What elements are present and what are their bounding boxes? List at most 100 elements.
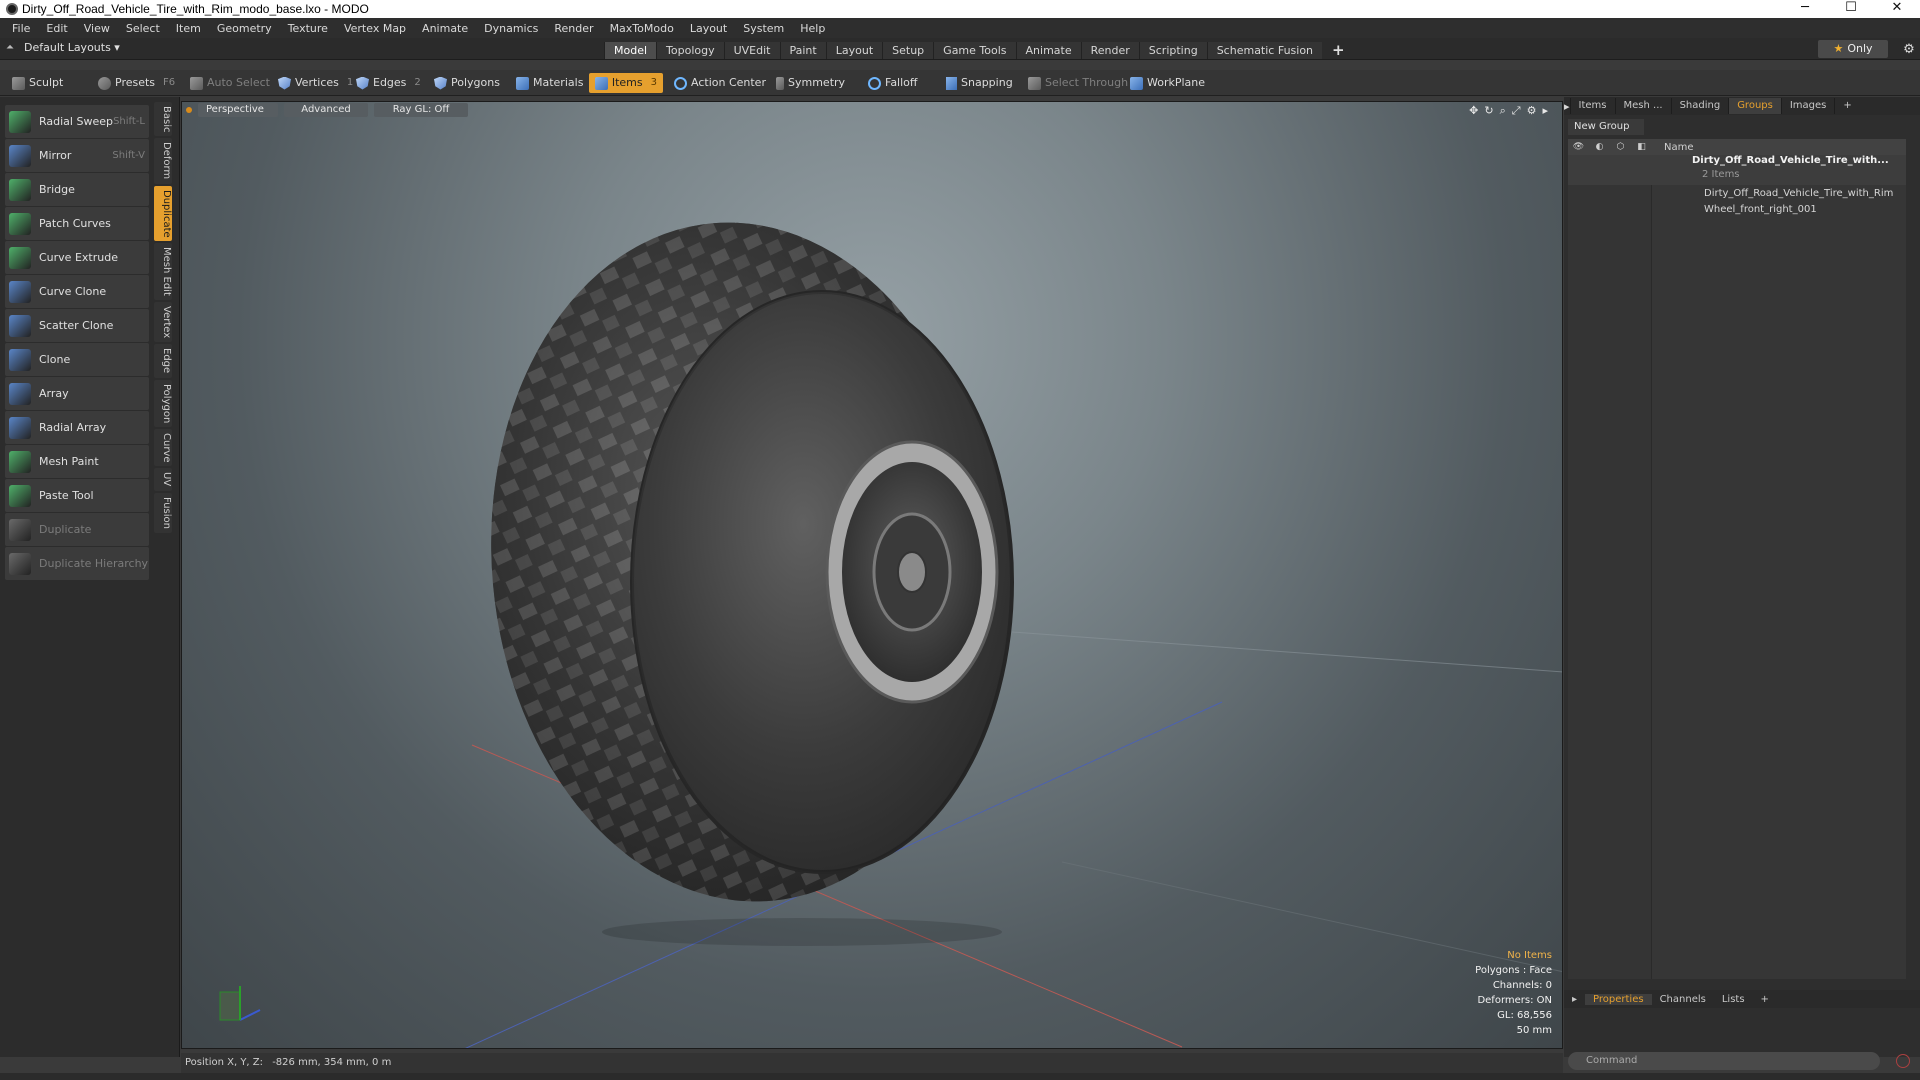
layout-dropdown[interactable]: Default Layouts ▾ <box>24 41 120 54</box>
lock-column-icon[interactable]: ⬡ <box>1610 142 1631 152</box>
add-panel-tab-icon[interactable]: + <box>1834 98 1859 114</box>
tool-array[interactable]: Array <box>5 377 149 410</box>
tool-scatter-clone[interactable]: Scatter Clone <box>5 309 149 342</box>
tool-duplicate[interactable]: Duplicate <box>5 513 149 546</box>
properties-tab-channels[interactable]: Channels <box>1652 994 1714 1005</box>
menu-maxtomodo[interactable]: MaxToModo <box>602 22 682 35</box>
edges-button[interactable]: Edges 2 <box>350 73 427 93</box>
layout-tab-scripting[interactable]: Scripting <box>1138 41 1207 59</box>
group-child-row[interactable]: Wheel_front_right_001 <box>1568 201 1906 217</box>
layout-tab-topology[interactable]: Topology <box>656 41 724 59</box>
menu-system[interactable]: System <box>735 22 792 35</box>
properties-tab-properties[interactable]: Properties <box>1585 993 1652 1005</box>
advanced-dropdown[interactable]: Advanced <box>284 103 368 117</box>
items-button[interactable]: Items 3 <box>589 73 663 93</box>
tool-tab-edge[interactable]: Edge <box>154 344 172 378</box>
close-button[interactable]: ✕ <box>1874 0 1920 18</box>
tool-tab-mesh-edit[interactable]: Mesh Edit <box>154 243 172 301</box>
visibility-column-icon[interactable]: 👁 <box>1568 142 1589 152</box>
tool-tab-uv[interactable]: UV <box>154 468 172 491</box>
tool-paste-tool[interactable]: Paste Tool <box>5 479 149 512</box>
viewport-settings-icon[interactable]: ⚙ <box>1527 104 1537 118</box>
tool-tab-duplicate[interactable]: Duplicate <box>154 185 172 242</box>
layout-tab-render[interactable]: Render <box>1080 41 1139 59</box>
minimize-button[interactable]: ─ <box>1782 0 1828 18</box>
tool-tab-basic[interactable]: Basic <box>154 102 172 137</box>
layout-tab-model[interactable]: Model <box>604 41 657 59</box>
select-through-button[interactable]: Select Through <box>1022 73 1134 93</box>
menu-file[interactable]: File <box>4 22 38 35</box>
layout-tab-layout[interactable]: Layout <box>825 41 883 59</box>
auto-select-button[interactable]: Auto Select <box>184 73 276 93</box>
panel-tab-shading[interactable]: Shading <box>1670 98 1729 114</box>
gear-icon[interactable]: ⚙ <box>1898 42 1920 57</box>
3d-viewport[interactable]: Perspective Advanced Ray GL: Off ✥ ↻ ⌕ ⤢… <box>181 101 1563 1049</box>
maximize-button[interactable]: ☐ <box>1828 0 1874 18</box>
panel-tab-mesh[interactable]: Mesh ... <box>1614 98 1671 114</box>
menu-dynamics[interactable]: Dynamics <box>476 22 546 35</box>
menu-layout[interactable]: Layout <box>682 22 735 35</box>
menu-geometry[interactable]: Geometry <box>209 22 280 35</box>
raygl-dropdown[interactable]: Ray GL: Off <box>374 103 468 117</box>
zoom-icon[interactable]: ⌕ <box>1500 104 1506 118</box>
sculpt-button[interactable]: Sculpt <box>6 73 69 93</box>
snapping-button[interactable]: Snapping <box>940 73 1019 93</box>
layout-tab-game-tools[interactable]: Game Tools <box>933 41 1016 59</box>
select-column-icon[interactable]: ◧ <box>1631 142 1652 152</box>
tool-radial-array[interactable]: Radial Array <box>5 411 149 444</box>
only-button[interactable]: ★ Only <box>1818 40 1888 58</box>
layout-tab-uvedit[interactable]: UVEdit <box>723 41 780 59</box>
polygons-button[interactable]: Polygons <box>428 73 506 93</box>
command-input[interactable]: Command <box>1568 1052 1880 1070</box>
panel-tab-items[interactable]: Items <box>1569 98 1615 114</box>
group-row[interactable]: Dirty_Off_Road_Vehicle_Tire_with... 2 It… <box>1568 155 1906 185</box>
tool-tab-deform[interactable]: Deform <box>154 138 172 184</box>
viewport-expand-icon[interactable]: ▸ <box>1542 104 1548 118</box>
render-column-icon[interactable]: ◐ <box>1589 142 1610 152</box>
tool-duplicate-hierarchy[interactable]: Duplicate Hierarchy <box>5 547 149 580</box>
expand-icon[interactable]: ⏶ <box>6 42 14 53</box>
properties-tab-lists[interactable]: Lists <box>1714 994 1753 1005</box>
tool-tab-polygon[interactable]: Polygon <box>154 379 172 427</box>
rotate-icon[interactable]: ↻ <box>1484 104 1493 118</box>
new-group-button[interactable]: New Group <box>1568 119 1644 135</box>
panel-tab-images[interactable]: Images <box>1780 98 1835 114</box>
tool-bridge[interactable]: Bridge <box>5 173 149 206</box>
add-layout-tab-icon[interactable]: + <box>1332 41 1345 59</box>
symmetry-button[interactable]: Symmetry <box>770 73 851 93</box>
vertices-button[interactable]: Vertices 1 <box>272 73 359 93</box>
tool-patch-curves[interactable]: Patch Curves <box>5 207 149 240</box>
group-child-row[interactable]: Dirty_Off_Road_Vehicle_Tire_with_Rim <box>1568 185 1906 201</box>
menu-help[interactable]: Help <box>792 22 833 35</box>
tool-mesh-paint[interactable]: Mesh Paint <box>5 445 149 478</box>
pan-icon[interactable]: ✥ <box>1469 104 1478 118</box>
tool-tab-vertex[interactable]: Vertex <box>154 302 172 343</box>
menu-edit[interactable]: Edit <box>38 22 75 35</box>
presets-button[interactable]: Presets F6 <box>92 73 181 93</box>
fit-icon[interactable]: ⤢ <box>1512 104 1521 118</box>
menu-item[interactable]: Item <box>168 22 209 35</box>
layout-tab-paint[interactable]: Paint <box>779 41 826 59</box>
layout-tab-schematic-fusion[interactable]: Schematic Fusion <box>1206 41 1323 59</box>
add-properties-tab-icon[interactable]: + <box>1753 994 1777 1005</box>
tool-clone[interactable]: Clone <box>5 343 149 376</box>
tool-curve-clone[interactable]: Curve Clone <box>5 275 149 308</box>
falloff-button[interactable]: Falloff <box>862 73 923 93</box>
command-record-icon[interactable] <box>1896 1054 1910 1068</box>
panel-tab-groups[interactable]: Groups <box>1728 98 1781 114</box>
layout-tab-setup[interactable]: Setup <box>882 41 934 59</box>
perspective-dropdown[interactable]: Perspective <box>198 103 278 117</box>
menu-texture[interactable]: Texture <box>280 22 336 35</box>
layout-tab-animate[interactable]: Animate <box>1015 41 1081 59</box>
menu-vertex-map[interactable]: Vertex Map <box>336 22 414 35</box>
menu-animate[interactable]: Animate <box>414 22 476 35</box>
tool-tab-curve[interactable]: Curve <box>154 428 172 467</box>
tool-tab-fusion[interactable]: Fusion <box>154 492 172 533</box>
menu-view[interactable]: View <box>76 22 118 35</box>
tool-mirror[interactable]: Mirror Shift-V <box>5 139 149 172</box>
action-center-button[interactable]: Action Center <box>668 73 772 93</box>
tool-curve-extrude[interactable]: Curve Extrude <box>5 241 149 274</box>
properties-menu-icon[interactable]: ▸ <box>1564 994 1585 1005</box>
tool-radial-sweep[interactable]: Radial Sweep Shift-L <box>5 105 149 138</box>
menu-render[interactable]: Render <box>546 22 601 35</box>
